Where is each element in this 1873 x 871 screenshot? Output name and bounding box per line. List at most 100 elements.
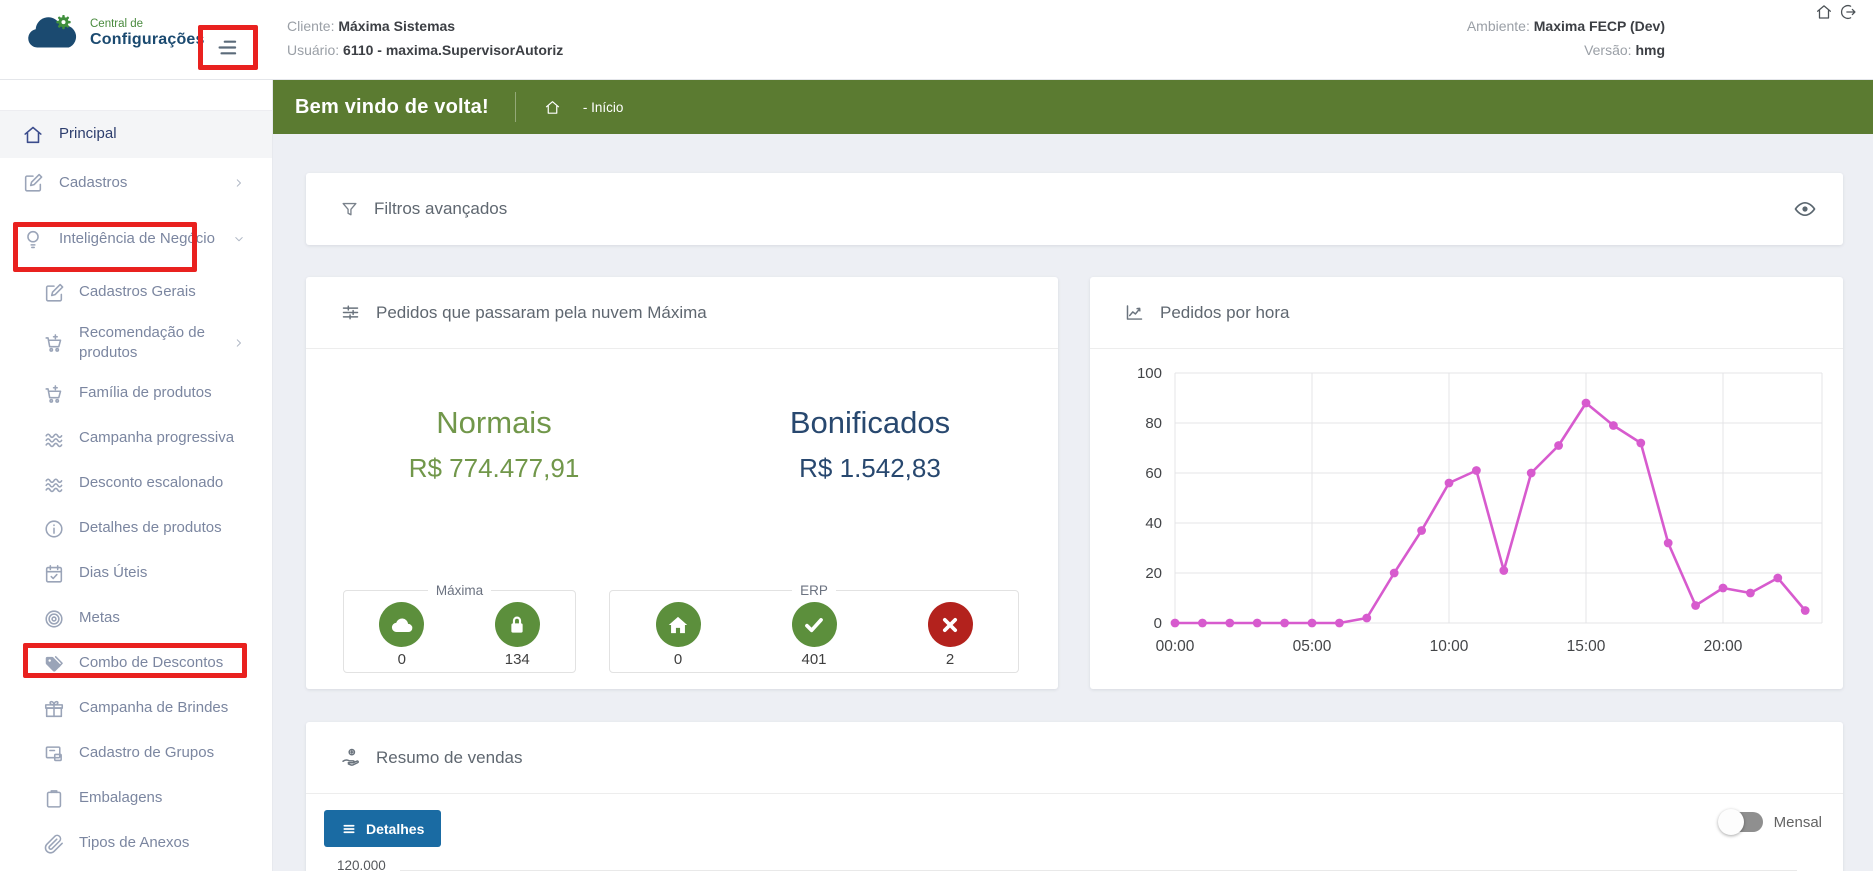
sidebar-item-detalhes-de-produtos[interactable]: Detalhes de produtos [0, 506, 272, 551]
hourly-orders-chart: 02040608010000:0005:0010:0015:0020:00 [1090, 350, 1843, 689]
tags-icon [43, 653, 65, 675]
home-solid-icon [665, 612, 691, 638]
sidebar-item-embalagens[interactable]: Embalagens [0, 776, 272, 821]
env-value: Maxima FECP (Dev) [1534, 18, 1665, 34]
sidebar-item-dias-uteis[interactable]: Dias Úteis [0, 551, 272, 596]
toggle-knob [1718, 809, 1744, 835]
edit-icon [43, 282, 65, 304]
svg-text:60: 60 [1145, 465, 1162, 482]
clipboard-icon [43, 788, 65, 810]
sidebar-item-inteligencia-de-negocio[interactable]: Inteligência de Negócio [0, 208, 272, 270]
svg-text:20:00: 20:00 [1704, 638, 1743, 655]
sidebar-item-label: Metas [79, 608, 237, 628]
version-label: Versão: [1584, 42, 1631, 58]
env-label: Ambiente: [1467, 18, 1530, 34]
sidebar-item-label: Principal [59, 124, 219, 144]
app-logo: Central de Configurações [25, 13, 205, 54]
orders-card-title: Pedidos que passaram pela nuvem Máxima [376, 303, 707, 323]
sidebar-item-label: Recomendação de produtos [79, 323, 237, 364]
sidebar-item-label: Família de produtos [79, 383, 237, 403]
status-item-lock: 134 [495, 602, 540, 668]
client-value: Máxima Sistemas [338, 18, 455, 34]
status-item-xmark: 2 [928, 602, 973, 668]
sidebar-item-label: Dias Úteis [79, 563, 237, 583]
sidebar-item-principal[interactable]: Principal [0, 111, 272, 158]
svg-text:15:00: 15:00 [1567, 638, 1606, 655]
main-content: Filtros avançados Pedidos que passaram p… [273, 134, 1873, 871]
breadcrumb: - Início [583, 100, 624, 115]
cart-icon [43, 383, 65, 405]
status-circle [656, 602, 701, 647]
breadcrumb-home-icon[interactable] [544, 99, 561, 116]
bonus-orders-value: R$ 1.542,83 [682, 453, 1058, 484]
sidebar-item-tipos-de-anexos[interactable]: Tipos de Anexos [0, 821, 272, 866]
eye-icon[interactable] [1793, 197, 1817, 221]
sidebar-item-cadastros[interactable]: Cadastros [0, 158, 272, 208]
normal-orders-label: Normais [306, 405, 682, 441]
sidebar-item-campanha-de-brindes[interactable]: Campanha de Brindes [0, 686, 272, 731]
sidebar-item-cadastros-gerais[interactable]: Cadastros Gerais [0, 270, 272, 315]
status-item-home-solid: 0 [656, 602, 701, 668]
chevron-right-icon[interactable] [232, 336, 246, 350]
hourly-orders-card: Pedidos por hora 02040608010000:0005:001… [1090, 277, 1843, 689]
status-count: 0 [656, 651, 701, 668]
details-button-label: Detalhes [366, 821, 424, 837]
menu-toggle-button[interactable] [205, 32, 251, 63]
sales-chart-axis-fragment: 120.000 [337, 858, 1797, 871]
sidebar-item-label: Cadastros [59, 173, 219, 193]
sidebar-item-combo-de-descontos[interactable]: Combo de Descontos [0, 641, 272, 686]
gift-icon [43, 698, 65, 720]
normal-orders-total: Normais R$ 774.477,91 [306, 405, 682, 484]
logout-icon[interactable] [1839, 3, 1857, 21]
status-count: 401 [792, 651, 837, 668]
status-group-erp: ERP04012 [609, 583, 1019, 673]
home-icon [22, 124, 44, 146]
xmark-icon [937, 612, 963, 638]
sidebar-item-metas[interactable]: Metas [0, 596, 272, 641]
sales-summary-card: Resumo de vendas Detalhes Mensal 120.000 [306, 722, 1843, 871]
sidebar-item-recomendacao-de-produtos[interactable]: Recomendação de produtos [0, 315, 272, 371]
calendar-icon [43, 563, 65, 585]
status-count: 134 [495, 651, 540, 668]
paperclip-icon [43, 833, 65, 855]
environment-info: Ambiente: Maxima FECP (Dev) Versão: hmg [1467, 14, 1665, 62]
info-icon [43, 518, 65, 540]
sidebar-item-campanha-progressiva[interactable]: Campanha progressiva [0, 416, 272, 461]
svg-text:0: 0 [1154, 615, 1162, 632]
sidebar-item-label: Inteligência de Negócio [59, 229, 219, 249]
svg-text:10:00: 10:00 [1430, 638, 1469, 655]
sales-axis-label: 120.000 [337, 858, 386, 871]
chevron-right-icon[interactable] [232, 176, 246, 190]
monthly-toggle[interactable] [1721, 812, 1763, 832]
svg-text:00:00: 00:00 [1156, 638, 1195, 655]
status-circle [379, 602, 424, 647]
sidebar: Principal Cadastros Inteligência de Negóci… [0, 80, 273, 871]
sliders-icon [340, 302, 361, 323]
logo-line1: Central de [90, 18, 205, 30]
filters-title: Filtros avançados [374, 199, 507, 219]
sidebar-item-label: Tipos de Anexos [79, 833, 237, 853]
target-icon [43, 608, 65, 630]
sidebar-item-desconto-escalonado[interactable]: Desconto escalonado [0, 461, 272, 506]
cloud-gear-logo-icon [25, 13, 81, 54]
status-group-legend: Máxima [428, 583, 491, 598]
chart-line-icon [1124, 302, 1145, 323]
monthly-toggle-label: Mensal [1774, 814, 1822, 831]
home-icon[interactable] [1815, 3, 1833, 21]
topbar: Central de Configurações Cliente: Máxima… [0, 0, 1873, 80]
chevron-down-icon[interactable] [232, 232, 246, 246]
sidebar-item-cadastro-de-grupos[interactable]: Cadastro de Grupos [0, 731, 272, 776]
svg-text:40: 40 [1145, 515, 1162, 532]
user-value: 6110 - maxima.SupervisorAutoriz [343, 42, 563, 58]
details-button[interactable]: Detalhes [324, 810, 441, 847]
waves-icon [43, 473, 65, 495]
list-icon [341, 821, 357, 837]
sidebar-item-familia-de-produtos[interactable]: Família de produtos [0, 371, 272, 416]
status-circle [495, 602, 540, 647]
status-circle [928, 602, 973, 647]
logo-line2: Configurações [90, 31, 205, 49]
sidebar-item-label: Embalagens [79, 788, 237, 808]
svg-text:80: 80 [1145, 415, 1162, 432]
sidebar-item-label: Campanha progressiva [79, 428, 237, 448]
hand-coin-icon [340, 747, 361, 768]
